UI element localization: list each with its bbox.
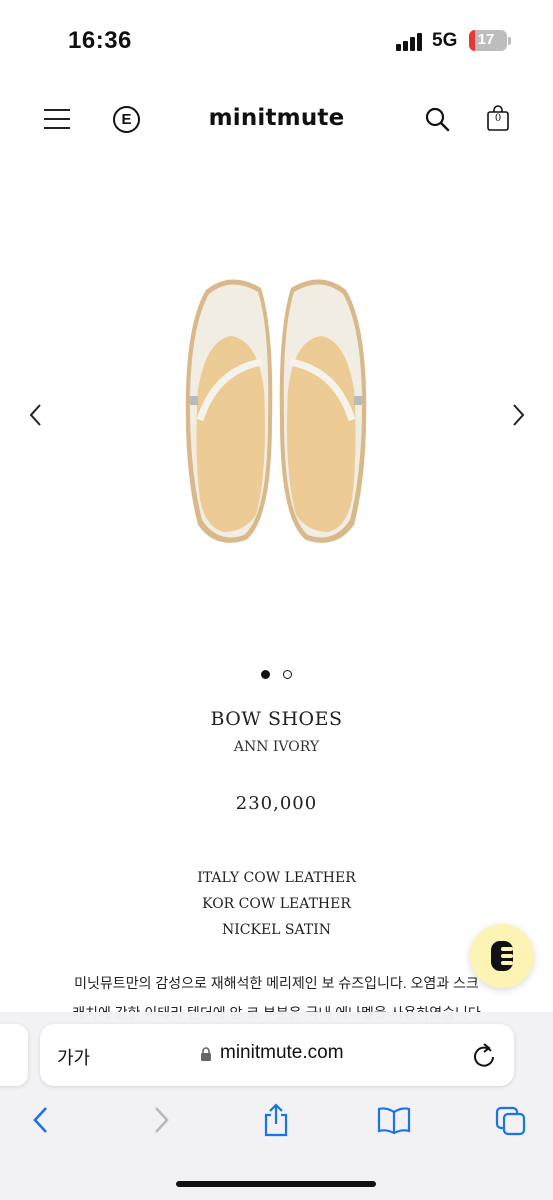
product-image[interactable] xyxy=(176,270,376,560)
right-shoe xyxy=(279,279,367,543)
chevron-right-icon[interactable] xyxy=(508,400,528,430)
search-icon[interactable] xyxy=(424,106,450,132)
cart-count: 0 xyxy=(494,113,502,124)
address-url[interactable]: minitmute.com xyxy=(220,1042,344,1064)
lock-icon xyxy=(201,1047,211,1061)
gallery-pagination xyxy=(0,666,553,680)
forward-icon[interactable] xyxy=(150,1102,172,1138)
brand-logo[interactable]: minitmute xyxy=(0,105,553,131)
product-variant: ANN IVORY xyxy=(233,739,320,755)
battery-icon: 17 xyxy=(469,30,507,51)
status-bar: 16:36 5G 17 xyxy=(0,0,553,80)
product-price: 230,000 xyxy=(235,793,318,814)
product-title: BOW SHOES xyxy=(210,708,343,730)
description-line: 미닛뮤트만의 감성으로 재해석한 메리제인 보 슈즈입니다. 오염과 스크 xyxy=(74,975,479,991)
home-indicator xyxy=(176,1181,376,1187)
battery-level: 17 xyxy=(477,31,495,48)
browser-toolbar xyxy=(0,1102,553,1142)
back-icon[interactable] xyxy=(30,1102,52,1138)
product-materials: ITALY COW LEATHER KOR COW LEATHER NICKEL… xyxy=(0,865,553,943)
pagination-dot-2[interactable] xyxy=(282,670,292,680)
material-line: ITALY COW LEATHER xyxy=(197,870,356,886)
chevron-left-icon[interactable] xyxy=(26,400,46,430)
address-bar[interactable]: 가가 minitmute.com xyxy=(40,1024,514,1086)
text-size-button[interactable]: 가가 xyxy=(57,1044,90,1070)
battery-cap xyxy=(508,37,511,45)
browser-chrome: 가가 minitmute.com xyxy=(0,1012,553,1200)
network-label: 5G xyxy=(432,30,458,51)
cart-icon[interactable]: 0 xyxy=(486,104,510,132)
chat-e-icon xyxy=(491,941,513,971)
chat-button[interactable] xyxy=(470,924,534,988)
material-line: KOR COW LEATHER xyxy=(202,896,351,912)
site-header: E minitmute 0 xyxy=(0,95,553,145)
left-shoe xyxy=(185,279,273,543)
pagination-dot-1[interactable] xyxy=(261,670,271,680)
share-icon[interactable] xyxy=(261,1102,291,1138)
reload-icon[interactable] xyxy=(471,1041,497,1069)
signal-icon xyxy=(396,33,426,51)
status-time: 16:36 xyxy=(68,27,132,54)
bookmarks-icon[interactable] xyxy=(376,1102,412,1138)
tabs-icon[interactable] xyxy=(494,1102,528,1138)
product-gallery xyxy=(0,240,553,570)
material-line: NICKEL SATIN xyxy=(222,922,331,938)
previous-tab-peek[interactable] xyxy=(0,1024,28,1086)
